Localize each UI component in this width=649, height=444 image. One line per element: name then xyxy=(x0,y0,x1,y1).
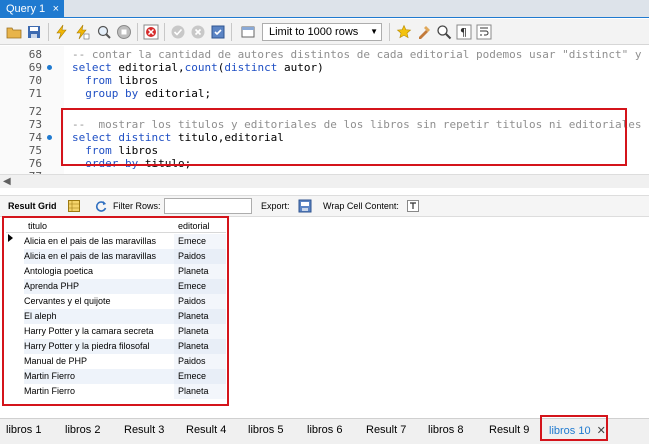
limit-rows-value: Limit to 1000 rows xyxy=(269,26,359,38)
line-number: 70 xyxy=(28,74,42,87)
result-tabs: libros 1 libros 2 Result 3 Result 4 libros 5… xyxy=(0,415,649,444)
statement-marker-icon xyxy=(47,65,52,70)
commit-icon[interactable] xyxy=(170,24,186,40)
editor-line[interactable]: 68 -- contar la cantidad de autores disti… xyxy=(0,48,649,61)
code-token: libros xyxy=(118,74,159,87)
result-tab[interactable]: Result 3 xyxy=(124,424,164,436)
folder-open-icon[interactable] xyxy=(6,24,22,40)
toggle-output-icon[interactable] xyxy=(240,24,256,40)
result-tab-label: libros 8 xyxy=(428,424,464,436)
toggle-error-icon[interactable] xyxy=(143,24,159,40)
code-token: select xyxy=(72,61,119,74)
code-token: editorial; xyxy=(144,87,212,100)
export-icon[interactable] xyxy=(298,199,312,213)
code-token: group by xyxy=(72,87,145,100)
invisible-chars-icon[interactable]: ¶ xyxy=(456,24,472,40)
code-token: distinct xyxy=(224,61,278,74)
line-number: 75 xyxy=(28,144,42,157)
result-tab-label: Result 9 xyxy=(489,424,530,436)
execute-current-icon[interactable] xyxy=(74,24,90,40)
code-token: -- contar la cantidad de autores distint… xyxy=(72,48,649,61)
code-token: autor) xyxy=(277,61,324,74)
explain-icon[interactable] xyxy=(96,24,112,40)
query-tab[interactable]: Query 1 × xyxy=(0,0,64,18)
line-number: 68 xyxy=(28,48,42,61)
result-tab-label: Result 3 xyxy=(124,424,165,436)
execute-icon[interactable] xyxy=(54,24,70,40)
editor-toolbar: Limit to 1000 rows ▼ ¶ xyxy=(0,19,649,45)
grid-view-icon[interactable] xyxy=(68,200,80,212)
highlight-box-query xyxy=(61,108,627,166)
editor-horizontal-scrollbar[interactable]: ◀ xyxy=(0,174,649,188)
code-text: -- contar la cantidad de autores distint… xyxy=(72,48,649,61)
result-tab-label: Result 7 xyxy=(366,424,407,436)
stop-icon[interactable] xyxy=(116,24,132,40)
limit-rows-select[interactable]: Limit to 1000 rows ▼ xyxy=(262,23,382,41)
sql-editor[interactable]: 68 -- contar la cantidad de autores disti… xyxy=(0,46,649,174)
line-number: 74 xyxy=(28,131,42,144)
result-tab-label: libros 5 xyxy=(248,424,284,436)
result-tab[interactable]: libros 1 xyxy=(6,424,41,436)
editor-line[interactable]: 70 from libros xyxy=(0,74,649,87)
result-tab[interactable]: libros 5 xyxy=(248,424,283,436)
result-tab[interactable]: libros 6 xyxy=(307,424,342,436)
line-number: 71 xyxy=(28,87,42,100)
query-tab-label: Query 1 xyxy=(6,3,46,15)
code-text: from libros xyxy=(72,74,158,87)
line-number: 72 xyxy=(28,105,42,118)
code-token: from xyxy=(72,74,119,87)
wrap-cell-label: Wrap Cell Content: xyxy=(323,201,399,211)
close-icon[interactable]: × xyxy=(53,0,59,18)
result-tab-label: libros 1 xyxy=(6,424,42,436)
result-tab[interactable]: Result 9 xyxy=(489,424,529,436)
line-number: 73 xyxy=(28,118,42,131)
filter-rows-label: Filter Rows: xyxy=(113,201,161,211)
query-tab-strip: Query 1 × xyxy=(0,0,649,18)
result-tab[interactable]: Result 7 xyxy=(366,424,406,436)
autocommit-icon[interactable] xyxy=(210,24,226,40)
chevron-down-icon: ▼ xyxy=(370,27,378,36)
line-number: 69 xyxy=(28,61,42,74)
highlight-box-tab xyxy=(540,415,608,441)
line-number: 76 xyxy=(28,157,42,170)
word-wrap-icon[interactable] xyxy=(476,24,492,40)
result-tab[interactable]: libros 2 xyxy=(65,424,100,436)
save-icon[interactable] xyxy=(26,24,42,40)
result-tab-label: Result 4 xyxy=(186,424,227,436)
favorite-icon[interactable] xyxy=(396,24,412,40)
svg-text:¶: ¶ xyxy=(460,26,467,39)
result-tab[interactable]: Result 4 xyxy=(186,424,226,436)
scroll-left-icon[interactable]: ◀ xyxy=(3,175,11,189)
result-tab[interactable]: libros 8 xyxy=(428,424,463,436)
wrap-cell-icon[interactable] xyxy=(407,200,419,212)
code-token: count xyxy=(184,61,218,74)
code-text: group by editorial; xyxy=(72,87,211,100)
statement-marker-icon xyxy=(47,135,52,140)
result-toolbar: Result Grid Filter Rows: Export: Wrap Ce… xyxy=(0,195,649,217)
code-text: select editorial,count(distinct autor) xyxy=(72,61,324,74)
beautify-icon[interactable] xyxy=(416,24,432,40)
result-tab-label: libros 6 xyxy=(307,424,343,436)
refresh-icon[interactable] xyxy=(95,200,107,212)
filter-rows-input[interactable] xyxy=(164,198,252,214)
result-tab-label: libros 2 xyxy=(65,424,101,436)
editor-line[interactable]: 71 group by editorial; xyxy=(0,87,649,100)
highlight-box-grid xyxy=(2,216,229,406)
rollback-icon[interactable] xyxy=(190,24,206,40)
editor-line[interactable]: 69 select editorial,count(distinct autor) xyxy=(0,61,649,74)
export-label: Export: xyxy=(261,201,290,211)
find-icon[interactable] xyxy=(436,24,452,40)
code-token: editorial, xyxy=(118,61,185,74)
result-grid-label[interactable]: Result Grid xyxy=(8,196,57,216)
